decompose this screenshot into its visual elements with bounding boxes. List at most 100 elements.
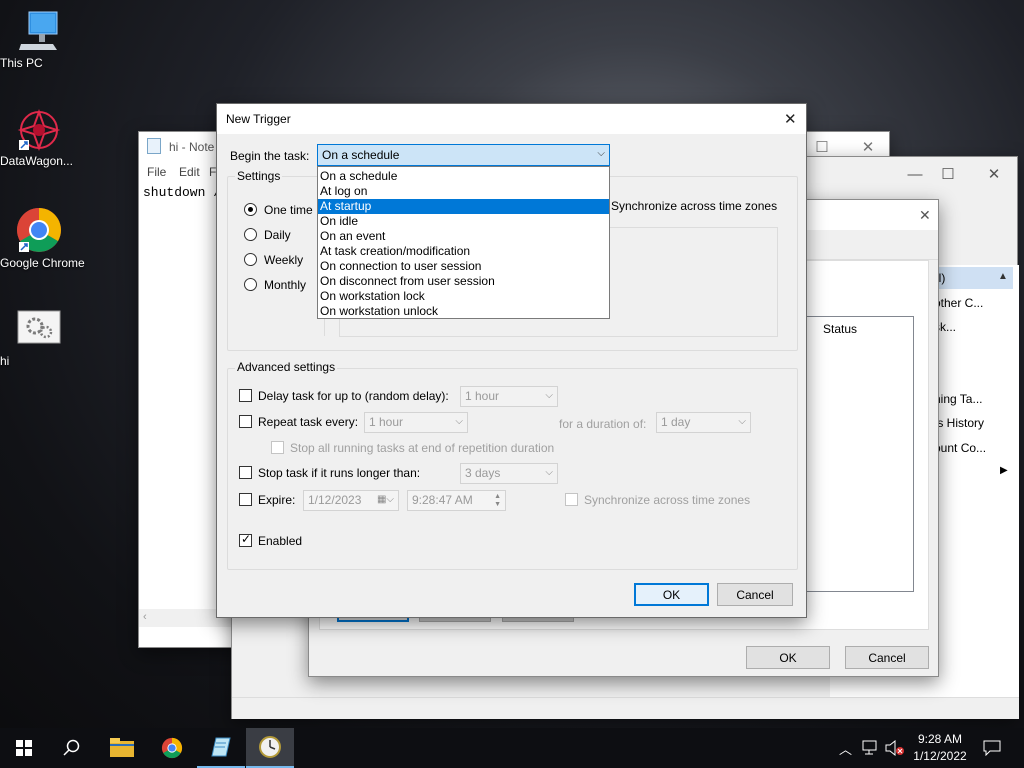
chevron-down-icon: ⌵	[455, 416, 463, 427]
taskbar: ︿ 9:28 AM 1/12/2022	[0, 728, 1024, 768]
desktop-icon-label: DataWagon...	[0, 154, 73, 168]
radio-monthly[interactable]	[244, 278, 257, 291]
dropdown-option[interactable]: On a schedule	[318, 169, 609, 184]
stop-all-checkbox[interactable]	[271, 441, 284, 454]
close-icon[interactable]: ✕	[919, 207, 931, 224]
computer-icon	[19, 11, 58, 50]
taskbar-chrome[interactable]	[148, 728, 196, 768]
begin-task-value: On a schedule	[322, 148, 400, 162]
dropdown-option[interactable]: On an event	[318, 229, 609, 244]
desktop-icon-this-pc[interactable]: This PC	[0, 10, 78, 70]
ok-button[interactable]: OK	[746, 646, 830, 669]
desktop-icon-hi[interactable]: hi	[0, 310, 78, 368]
collapse-up-icon[interactable]: ▲	[998, 271, 1008, 282]
enabled-checkbox[interactable]: ✓	[239, 532, 252, 547]
taskbar-file-explorer[interactable]	[98, 728, 146, 768]
advanced-settings-title: Advanced settings	[235, 360, 338, 374]
taskbar-notepad[interactable]	[197, 728, 245, 768]
clock-time[interactable]: 9:28 AM	[912, 732, 968, 746]
dropdown-option[interactable]: On workstation lock	[318, 289, 609, 304]
windows-logo-icon	[16, 740, 32, 756]
cancel-button[interactable]: Cancel	[717, 583, 793, 606]
chevron-down-icon: ⌵	[597, 148, 605, 159]
new-trigger-dialog[interactable]: New Trigger ✕ Begin the task: On a sched…	[216, 103, 807, 618]
network-icon[interactable]	[862, 740, 880, 756]
submenu-arrow-icon[interactable]: ▶	[1000, 465, 1008, 476]
stop-longer-checkbox[interactable]	[239, 466, 252, 479]
volume-muted-icon[interactable]	[885, 740, 905, 756]
expire-checkbox[interactable]	[239, 493, 252, 506]
dropdown-option[interactable]: At task creation/modification	[318, 244, 609, 259]
actions-item[interactable]: ning Ta...	[934, 392, 982, 406]
notepad-menu-edit[interactable]: Edit	[179, 165, 200, 179]
search-icon	[63, 739, 80, 756]
scroll-left-icon[interactable]: ‹	[143, 611, 147, 623]
chevron-down-icon: ⌵	[738, 416, 746, 427]
actions-item[interactable]: ount Co...	[934, 441, 986, 455]
repeat-checkbox[interactable]	[239, 415, 252, 428]
duration-select[interactable]: 1 day ⌵	[656, 412, 751, 433]
notepad-icon	[211, 737, 231, 757]
expire-sync-checkbox[interactable]	[565, 493, 578, 506]
actions-item[interactable]: ts History	[934, 416, 984, 430]
cancel-button[interactable]: Cancel	[845, 646, 929, 669]
repeat-label[interactable]: Repeat task every:	[258, 415, 358, 429]
chevron-down-icon: ⌵	[545, 390, 553, 401]
radio-label[interactable]: One time	[264, 203, 313, 217]
taskbar-task-scheduler[interactable]	[246, 728, 294, 768]
radio-daily[interactable]	[244, 228, 257, 241]
notepad-menu-file[interactable]: File	[147, 165, 166, 179]
radio-label[interactable]: Weekly	[264, 253, 303, 267]
ok-button[interactable]: OK	[634, 583, 709, 606]
notification-icon[interactable]	[983, 740, 1001, 756]
folder-icon	[110, 738, 134, 757]
start-button[interactable]	[0, 728, 48, 768]
delay-checkbox[interactable]	[239, 389, 252, 402]
dropdown-option-selected[interactable]: At startup	[318, 199, 609, 214]
expire-sync-label[interactable]: Synchronize across time zones	[584, 493, 750, 507]
stop-all-label[interactable]: Stop all running tasks at end of repetit…	[290, 441, 554, 455]
radio-one-time[interactable]	[244, 203, 257, 216]
radio-label[interactable]: Monthly	[264, 278, 306, 292]
close-button[interactable]: ✕	[971, 159, 1017, 189]
desktop-icon-chrome[interactable]: Google Chrome	[0, 206, 85, 270]
repeat-select[interactable]: 1 hour ⌵	[364, 412, 468, 433]
dropdown-option[interactable]: At log on	[318, 184, 609, 199]
enabled-label[interactable]: Enabled	[258, 534, 302, 548]
dropdown-option[interactable]: On workstation unlock	[318, 304, 609, 319]
dropdown-option[interactable]: On connection to user session	[318, 259, 609, 274]
begin-task-dropdown-list[interactable]: On a schedule At log on At startup On id…	[317, 166, 610, 319]
stop-longer-select[interactable]: 3 days ⌵	[460, 463, 558, 484]
expire-time-picker[interactable]: 9:28:47 AM ▲ ▼	[407, 490, 506, 511]
dropdown-option[interactable]: On disconnect from user session	[318, 274, 609, 289]
status-column-header[interactable]: Status	[823, 322, 857, 336]
notepad-icon	[147, 138, 161, 154]
dialog-titlebar[interactable]	[217, 104, 806, 134]
actions-item[interactable]: other C...	[934, 296, 983, 310]
duration-value: 1 day	[661, 415, 691, 429]
dropdown-option[interactable]: On idle	[318, 214, 609, 229]
chevron-down-icon: ⌵	[545, 467, 553, 478]
clock-icon	[259, 736, 281, 758]
maximize-button[interactable]: ☐	[925, 159, 971, 189]
begin-task-select[interactable]: On a schedule ⌵	[317, 144, 610, 166]
chrome-icon	[17, 208, 61, 252]
delay-label[interactable]: Delay task for up to (random delay):	[258, 389, 449, 403]
settings-title: Settings	[235, 169, 283, 183]
desktop-icon-label: hi	[0, 354, 10, 368]
close-icon[interactable]: ✕	[784, 110, 797, 128]
delay-select[interactable]: 1 hour ⌵	[460, 386, 558, 407]
radio-weekly[interactable]	[244, 253, 257, 266]
notepad-title: hi - Note	[169, 140, 215, 154]
notepad-text[interactable]: shutdown /	[143, 185, 221, 200]
chevron-up-icon[interactable]: ︿	[839, 739, 852, 758]
clock-date[interactable]: 1/12/2022	[910, 749, 970, 763]
desktop-icon-datawagon[interactable]: DataWagon...	[0, 108, 78, 168]
sync-time-zones-label[interactable]: Synchronize across time zones	[611, 199, 777, 213]
search-button[interactable]	[48, 728, 96, 768]
stop-longer-label[interactable]: Stop task if it runs longer than:	[258, 466, 420, 480]
expire-date-picker[interactable]: 1/12/2023 ▦⌵	[303, 490, 399, 511]
expire-label[interactable]: Expire:	[258, 493, 295, 507]
delay-value: 1 hour	[465, 389, 500, 403]
radio-label[interactable]: Daily	[264, 228, 291, 242]
